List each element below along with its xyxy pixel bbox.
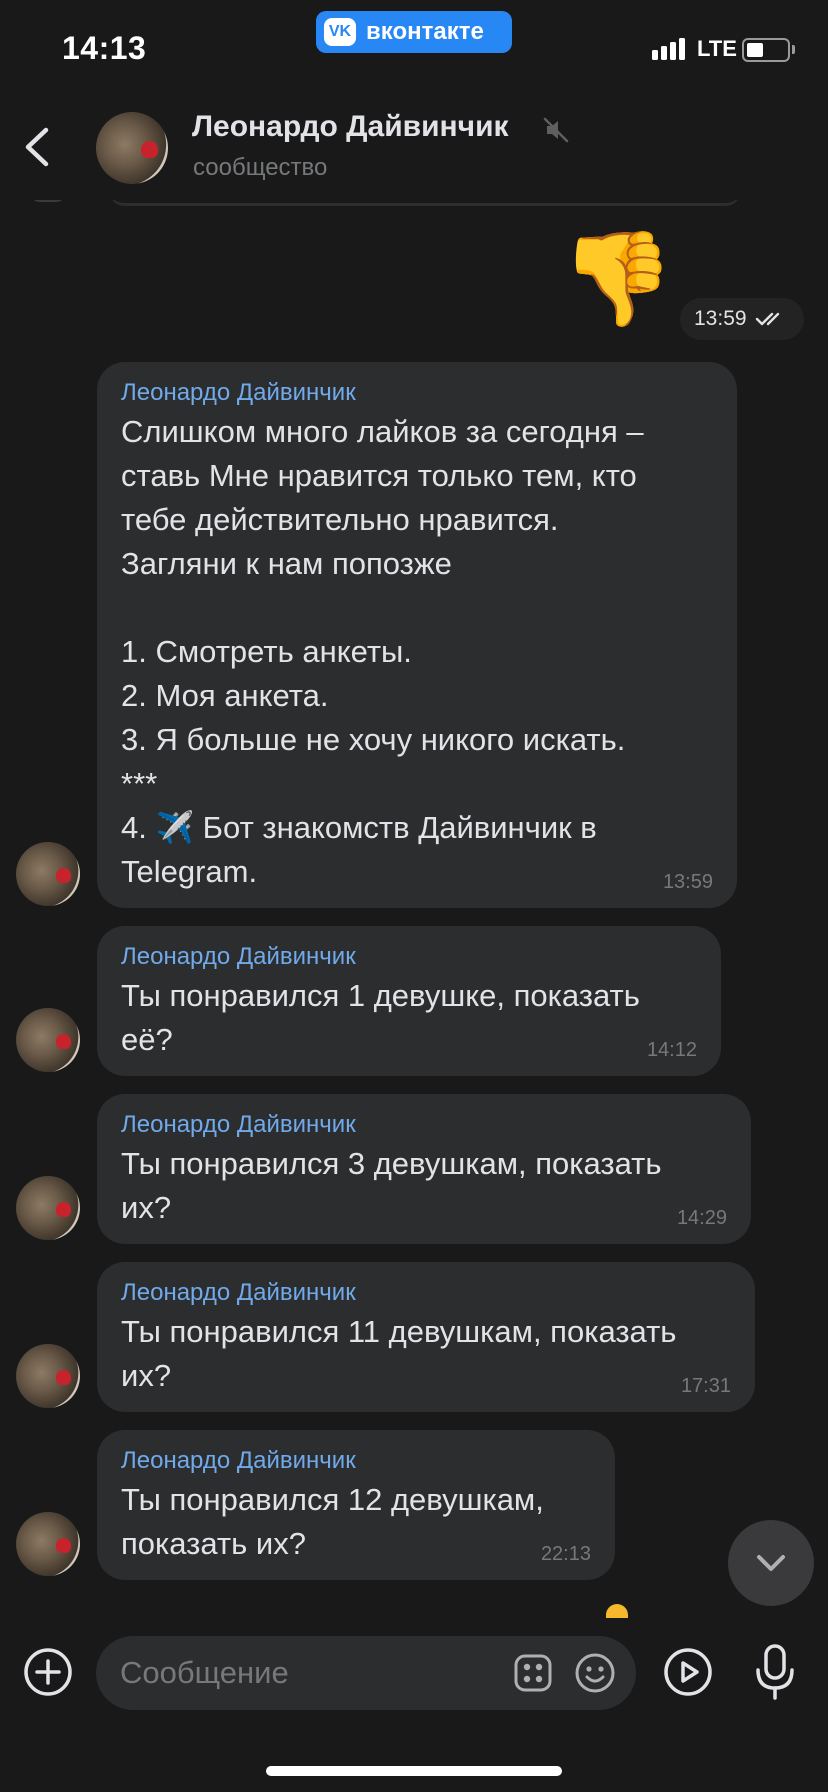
battery-cap: [792, 45, 795, 54]
battery-icon: [742, 38, 790, 62]
voice-message-button[interactable]: [752, 1642, 798, 1702]
leonardo-avatar-icon: [16, 1008, 80, 1072]
message-author[interactable]: Леонардо Дайвинчик: [121, 376, 715, 410]
sender-avatar[interactable]: [16, 1176, 80, 1240]
back-button[interactable]: [14, 122, 64, 172]
message-bubble[interactable]: Леонардо Дайвинчик Ты понравился 12 деву…: [97, 1430, 615, 1580]
message-time: 14:29: [676, 1207, 727, 1229]
vk-logo-icon: VK: [324, 18, 356, 46]
chat-title[interactable]: Леонардо Дайвинчик: [192, 110, 509, 144]
leonardo-avatar-icon: [16, 1176, 80, 1240]
microphone-icon: [756, 1644, 794, 1700]
message-bubble[interactable]: Леонардо Дайвинчик Слишком много лайков …: [97, 362, 737, 908]
emoji-icon[interactable]: [574, 1652, 616, 1694]
leonardo-avatar-icon: [96, 112, 168, 184]
scroll-to-bottom-button[interactable]: [728, 1520, 814, 1606]
attach-button[interactable]: [22, 1646, 74, 1698]
chevron-left-icon: [25, 127, 49, 167]
message-author[interactable]: Леонардо Дайвинчик: [121, 1108, 729, 1142]
sticker-time: 13:59: [694, 307, 747, 330]
double-check-icon: [755, 312, 779, 326]
message-author[interactable]: Леонардо Дайвинчик: [121, 940, 699, 974]
message-time: 17:31: [680, 1375, 731, 1397]
message-author[interactable]: Леонардо Дайвинчик: [121, 1276, 733, 1310]
leonardo-avatar-icon: [16, 842, 80, 906]
apps-icon[interactable]: [514, 1654, 552, 1692]
message-time: 22:13: [540, 1543, 591, 1565]
message-composer: [0, 1618, 828, 1728]
status-time: 14:13: [62, 30, 147, 66]
leonardo-avatar-icon: [16, 1512, 80, 1576]
leonardo-avatar-icon: [16, 1344, 80, 1408]
message-author[interactable]: Леонардо Дайвинчик: [121, 1444, 593, 1478]
muted-speaker-icon: [543, 117, 569, 143]
vk-return-pill[interactable]: VK вконтакте: [316, 11, 512, 53]
chat-subtitle: сообщество: [193, 154, 328, 181]
sender-avatar[interactable]: [16, 1512, 80, 1576]
message-text: Ты понравился 3 девушкам, показать их?: [121, 1146, 662, 1225]
video-message-icon: [664, 1648, 712, 1696]
vk-app-label: вконтакте: [366, 18, 484, 45]
message-bubble[interactable]: Леонардо Дайвинчик Ты понравился 3 девуш…: [97, 1094, 751, 1244]
message-text: Слишком много лайков за сегодня – ставь …: [121, 414, 644, 889]
home-indicator[interactable]: [266, 1766, 562, 1776]
header-avatar[interactable]: [96, 112, 168, 184]
message-input[interactable]: [120, 1650, 500, 1696]
plus-icon: [24, 1648, 72, 1696]
network-type: LTE: [697, 36, 737, 61]
sticker-suggestion-peek[interactable]: [606, 1604, 628, 1618]
message-bubble[interactable]: Леонардо Дайвинчик Ты понравился 11 деву…: [97, 1262, 755, 1412]
message-text: Ты понравился 11 девушкам, показать их?: [121, 1314, 677, 1393]
video-message-button[interactable]: [662, 1646, 714, 1698]
chevron-down-icon: [757, 1555, 785, 1571]
signal-icon: [652, 38, 685, 60]
chat-header: Леонардо Дайвинчик сообщество: [0, 96, 828, 200]
message-text: Ты понравился 12 девушкам, показать их?: [121, 1482, 544, 1561]
message-bubble[interactable]: Леонардо Дайвинчик Ты понравился 1 девуш…: [97, 926, 721, 1076]
message-time: 14:12: [646, 1039, 697, 1061]
sender-avatar[interactable]: [16, 1344, 80, 1408]
sticker-time-badge: 13:59: [680, 298, 804, 340]
message-text: Ты понравился 1 девушке, показать eё?: [121, 978, 640, 1057]
status-bar: 14:13 VK вконтакте LTE: [0, 0, 828, 96]
sender-avatar[interactable]: [16, 842, 80, 906]
message-input-box[interactable]: [96, 1636, 636, 1710]
thumbs-down-sticker[interactable]: 👎: [560, 224, 675, 334]
sender-avatar[interactable]: [16, 1008, 80, 1072]
message-time: 13:59: [662, 871, 713, 893]
